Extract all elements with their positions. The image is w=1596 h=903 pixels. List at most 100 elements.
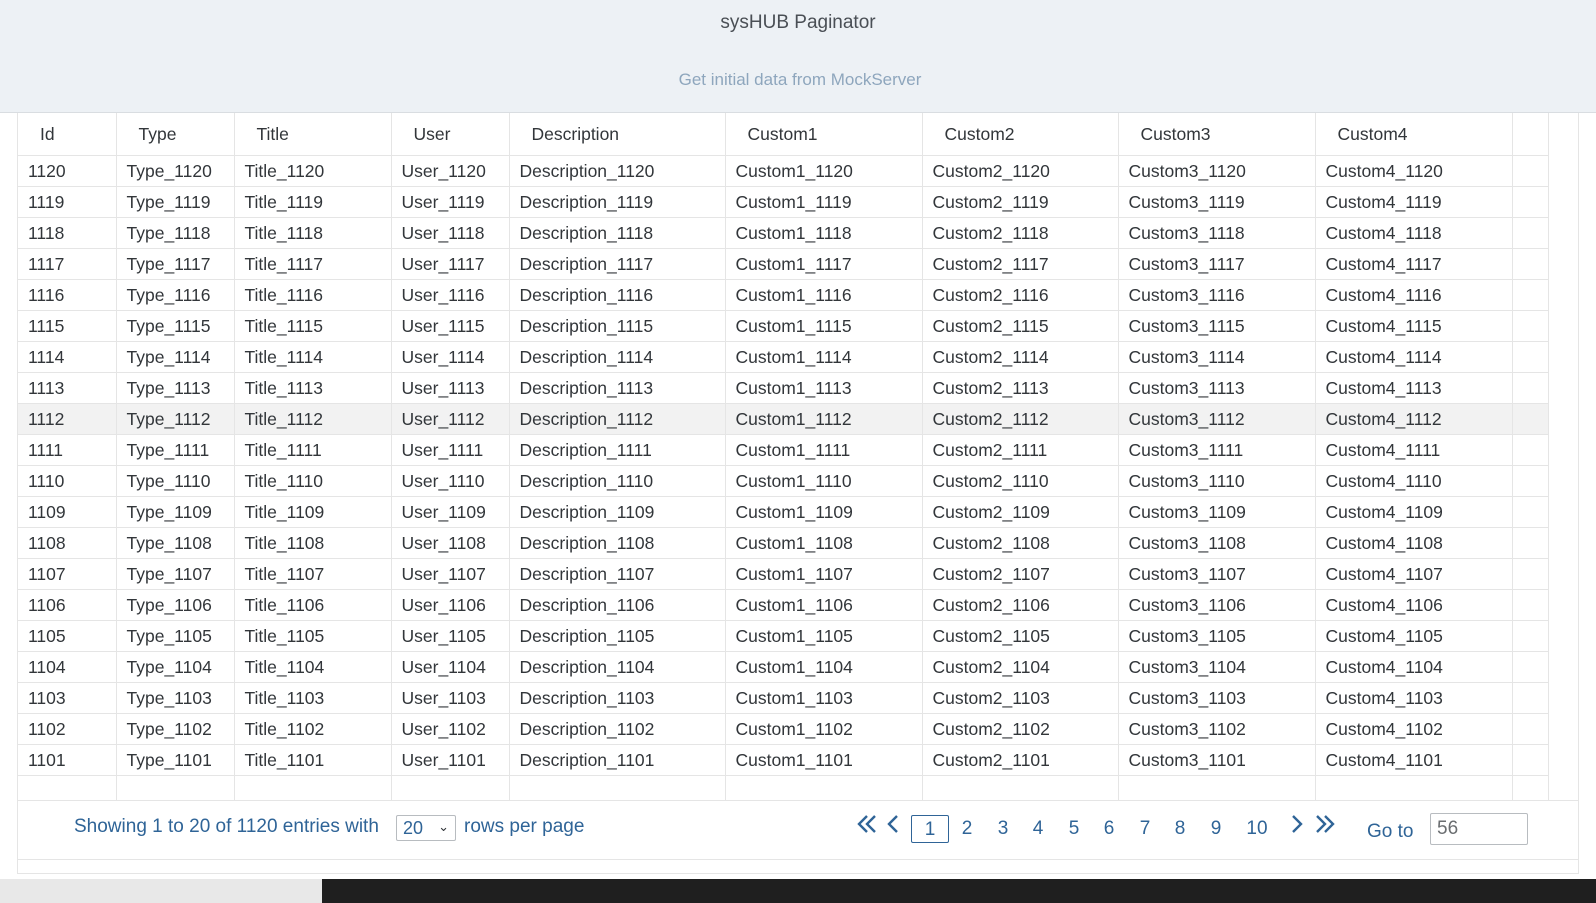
table-cell-custom1: Custom1_1109	[725, 496, 923, 528]
table-row[interactable]: 1101 Type_1101 Title_1101 User_1101 Descript…	[18, 744, 1549, 776]
table-row[interactable]: 1107 Type_1107 Title_1107 User_1107 Descript…	[18, 558, 1549, 590]
double-chevron-right-icon[interactable]	[1314, 811, 1336, 841]
table-cell-title: Title_1119	[234, 186, 392, 218]
table-row[interactable]: 1108 Type_1108 Title_1108 User_1108 Descript…	[18, 527, 1549, 559]
page-button-8[interactable]: 8	[1169, 815, 1191, 843]
entries-summary: Showing 1 to 20 of 1120 entries with	[74, 816, 379, 837]
table-cell-id: 1105	[18, 620, 117, 652]
table-row[interactable]: 1106 Type_1106 Title_1106 User_1106 Descript…	[18, 589, 1549, 621]
table-cell-type: Type_1105	[116, 620, 235, 652]
page-button-3[interactable]: 3	[992, 815, 1014, 843]
table-cell-user: User_1109	[391, 496, 510, 528]
table-row[interactable]: 1109 Type_1109 Title_1109 User_1109 Descript…	[18, 496, 1549, 528]
table-cell-custom3: Custom3_1104	[1118, 651, 1316, 683]
table-cell-custom2: Custom2_1110	[922, 465, 1119, 497]
table-cell-custom2: Custom2_1102	[922, 713, 1119, 745]
column-header-custom4[interactable]: Custom4	[1315, 113, 1513, 156]
page-button-1[interactable]: 1	[911, 815, 949, 843]
table-cell-custom3: Custom3_1119	[1118, 186, 1316, 218]
column-header-id[interactable]: Id	[18, 113, 117, 156]
table-cell-title: Title_1120	[234, 155, 392, 187]
chevron-left-icon[interactable]	[886, 811, 900, 841]
page-button-9[interactable]: 9	[1205, 815, 1227, 843]
table-cell-custom3: Custom3_1101	[1118, 744, 1316, 776]
table-cell-custom3: Custom3_1109	[1118, 496, 1316, 528]
table-cell-title: Title_1110	[234, 465, 392, 497]
column-header-custom2[interactable]: Custom2	[922, 113, 1119, 156]
table-cell-custom1: Custom1_1112	[725, 403, 923, 435]
chevron-right-icon[interactable]	[1290, 811, 1304, 841]
table-row[interactable]: 1111 Type_1111 Title_1111 User_1111 Descript…	[18, 434, 1549, 466]
table-cell-description: Description_1105	[509, 620, 726, 652]
table-cell-user: User_1118	[391, 217, 510, 249]
table-cell-custom2: Custom2_1104	[922, 651, 1119, 683]
table-row[interactable]: 1120 Type_1120 Title_1120 User_1120 Descript…	[18, 155, 1549, 187]
table-row[interactable]: 1118 Type_1118 Title_1118 User_1118 Descript…	[18, 217, 1549, 249]
table-row[interactable]: 1102 Type_1102 Title_1102 User_1102 Descript…	[18, 713, 1549, 745]
table-cell-spacer	[1512, 558, 1549, 590]
table-cell-user: User_1119	[391, 186, 510, 218]
goto-page-input[interactable]	[1430, 813, 1528, 845]
table-cell-id: 1104	[18, 651, 117, 683]
goto-label: Go to	[1367, 821, 1414, 842]
table-cell-type: Type_1117	[116, 248, 235, 280]
page-title: sysHUB Paginator	[720, 12, 876, 33]
load-mock-data-link[interactable]: Get initial data from MockServer	[0, 70, 1596, 90]
table-cell-description: Description_1116	[509, 279, 726, 311]
table-cell-type: Type_1120	[116, 155, 235, 187]
table-cell-custom3: Custom3_1107	[1118, 558, 1316, 590]
table-cell-user: User_1115	[391, 310, 510, 342]
page-button-5[interactable]: 5	[1063, 815, 1085, 843]
table-row[interactable]: 1114 Type_1114 Title_1114 User_1114 Descript…	[18, 341, 1549, 373]
table-cell-spacer	[1512, 713, 1549, 745]
bottom-scrollbar-track	[0, 879, 322, 903]
table-cell-spacer	[1512, 620, 1549, 652]
table-row[interactable]: 1103 Type_1103 Title_1103 User_1103 Descript…	[18, 682, 1549, 714]
table-row[interactable]: 1119 Type_1119 Title_1119 User_1119 Descript…	[18, 186, 1549, 218]
table-cell-custom3: Custom3_1108	[1118, 527, 1316, 559]
table-row[interactable]: 1115 Type_1115 Title_1115 User_1115 Descript…	[18, 310, 1549, 342]
table-cell-custom4: Custom4_1112	[1315, 403, 1513, 435]
data-table: Id Type Title User Description Custom1 Custom2…	[18, 113, 1549, 807]
page-button-4[interactable]: 4	[1027, 815, 1049, 843]
table-cell-custom4: Custom4_1101	[1315, 744, 1513, 776]
table-cell-type: Type_1113	[116, 372, 235, 404]
double-chevron-left-icon[interactable]	[856, 811, 878, 841]
table-cell-title: Title_1115	[234, 310, 392, 342]
table-row[interactable]: 1104 Type_1104 Title_1104 User_1104 Descript…	[18, 651, 1549, 683]
table-cell-id: 1116	[18, 279, 117, 311]
table-row[interactable]: 1116 Type_1116 Title_1116 User_1116 Descript…	[18, 279, 1549, 311]
table-row[interactable]: 1110 Type_1110 Title_1110 User_1110 Descript…	[18, 465, 1549, 497]
page-button-7[interactable]: 7	[1134, 815, 1156, 843]
table-cell-id: 1111	[18, 434, 117, 466]
column-header-type[interactable]: Type	[116, 113, 235, 156]
table-row[interactable]: 1113 Type_1113 Title_1113 User_1113 Descript…	[18, 372, 1549, 404]
table-cell-description: Description_1111	[509, 434, 726, 466]
data-table-container: Id Type Title User Description Custom1 Custom2…	[17, 113, 1579, 874]
table-cell-custom2: Custom2_1111	[922, 434, 1119, 466]
table-cell-spacer	[1512, 682, 1549, 714]
page-button-10[interactable]: 10	[1240, 815, 1274, 843]
page-button-6[interactable]: 6	[1098, 815, 1120, 843]
bottom-scrollbar-thumb[interactable]	[322, 879, 1596, 903]
rows-per-page-select[interactable]: 20 ⌄	[396, 815, 456, 841]
table-cell-custom1: Custom1_1113	[725, 372, 923, 404]
column-header-description[interactable]: Description	[509, 113, 726, 156]
table-cell-description: Description_1101	[509, 744, 726, 776]
table-cell-user: User_1103	[391, 682, 510, 714]
table-cell-custom2: Custom2_1116	[922, 279, 1119, 311]
page-button-2[interactable]: 2	[956, 815, 978, 843]
table-cell-type: Type_1119	[116, 186, 235, 218]
table-row[interactable]: 1117 Type_1117 Title_1117 User_1117 Descript…	[18, 248, 1549, 280]
table-cell-title: Title_1107	[234, 558, 392, 590]
table-row[interactable]: 1112 Type_1112 Title_1112 User_1112 Descript…	[18, 403, 1549, 435]
table-cell-title: Title_1113	[234, 372, 392, 404]
column-header-custom1[interactable]: Custom1	[725, 113, 923, 156]
column-header-user[interactable]: User	[391, 113, 510, 156]
column-header-title[interactable]: Title	[234, 113, 392, 156]
table-cell-custom4: Custom4_1109	[1315, 496, 1513, 528]
table-cell-custom4: Custom4_1102	[1315, 713, 1513, 745]
table-row[interactable]: 1105 Type_1105 Title_1105 User_1105 Descript…	[18, 620, 1549, 652]
table-cell-custom4: Custom4_1110	[1315, 465, 1513, 497]
column-header-custom3[interactable]: Custom3	[1118, 113, 1316, 156]
